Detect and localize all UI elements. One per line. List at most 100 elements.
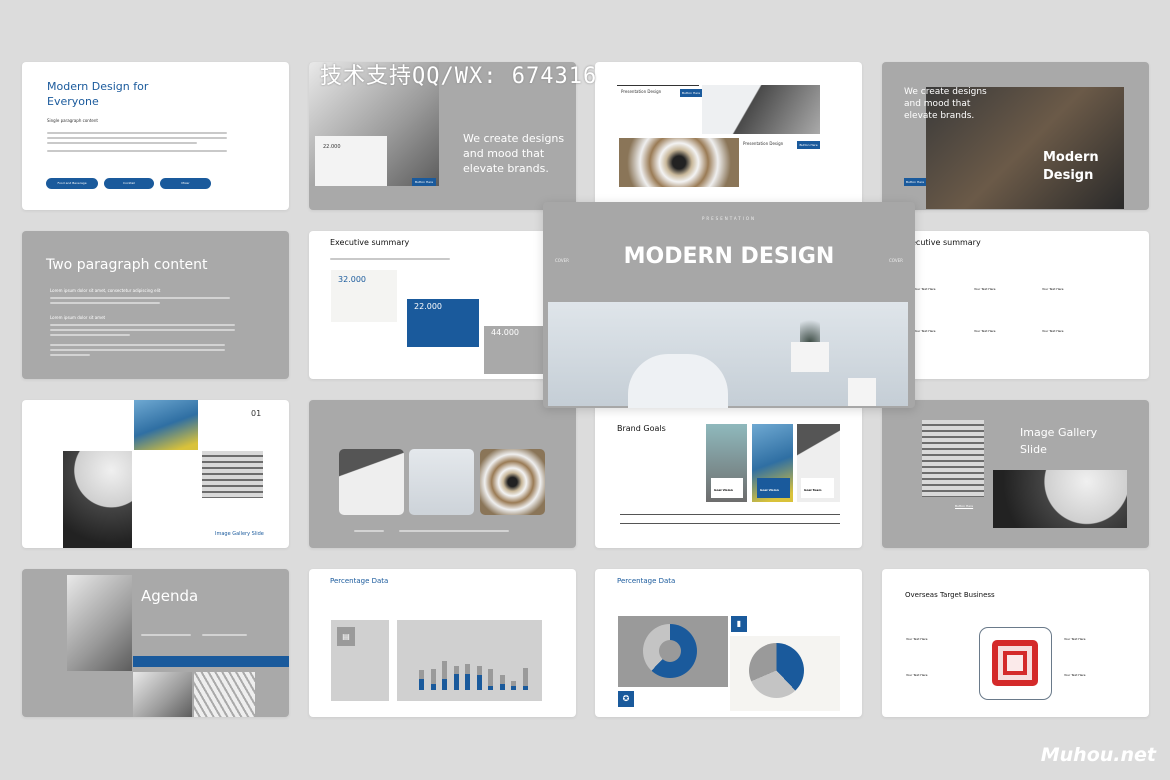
item-label: Your Text Here (1042, 287, 1064, 291)
slide-executive-summary[interactable]: Executive summary 32.000 22.000 44.000 (309, 231, 576, 379)
button[interactable]: Button Here (904, 178, 926, 186)
item-label: Your Text Here (1064, 673, 1086, 677)
slide-cover-modern-design[interactable]: PRESENTATION MODERN DESIGN COVER COVER (543, 202, 915, 408)
item-label: Your Text Here (974, 329, 996, 333)
slide-three-images[interactable] (309, 400, 576, 548)
slide-title: ecutive summary (911, 238, 981, 247)
bar-segment-blue (430, 683, 436, 690)
bookmark-icon: ▮ (731, 616, 747, 632)
target-icon (979, 627, 1052, 700)
slide-title: Image Gallery (1020, 426, 1098, 439)
left-tag: COVER (555, 258, 569, 263)
pie-chart (749, 643, 804, 698)
slide-title: Everyone (47, 95, 99, 108)
button-cocktail[interactable]: Cocktail (104, 178, 154, 189)
item-label: Your Text Here (974, 287, 996, 291)
slide-image-gallery[interactable]: Image Gallery Slide Button Here (882, 400, 1149, 548)
bullet: Lorem ipsum dolor sit amet, consectetur … (50, 288, 161, 293)
bar-segment-blue (419, 678, 424, 690)
bar-segment-gray (488, 668, 493, 687)
goal-card: Goal Team (804, 488, 822, 492)
goal-card: Goal Vision (760, 488, 779, 492)
slide-title: Percentage Data (617, 577, 676, 585)
item-label: Your Text Here (914, 287, 936, 291)
slide-title: Modern (1043, 150, 1099, 165)
slide-presentation-design[interactable]: Presentation Design Button Here Presenta… (595, 62, 862, 210)
stat-value: 44.000 (491, 328, 519, 337)
stat-value: 22.000 (414, 302, 442, 311)
architecture-photo (702, 85, 820, 134)
button[interactable]: Button Here (680, 89, 702, 97)
bar-segment-gray (499, 675, 505, 684)
bar-segment-blue (442, 678, 447, 690)
interior-photo (67, 575, 132, 671)
bar-segment-blue (511, 686, 516, 690)
tagline: and mood that (463, 147, 545, 160)
bar-segment-blue (453, 673, 459, 690)
slide-title: Two paragraph content (46, 257, 208, 273)
item-label: Your Text Here (914, 329, 936, 333)
item-label: Your Text Here (1042, 329, 1064, 333)
slide-title: Design (1043, 168, 1094, 183)
item-label: Your Text Here (1064, 637, 1086, 641)
slide-percentage-data-bars[interactable]: Percentage Data ▤ (309, 569, 576, 717)
item-label: Your Text Here (906, 637, 928, 641)
button-link[interactable]: Button Here (955, 504, 973, 508)
button[interactable]: Button Here (412, 178, 436, 186)
button-mixer[interactable]: Mixer (160, 178, 211, 189)
spiral-stairs-photo (619, 138, 739, 187)
slide-overseas-target[interactable]: Overseas Target Business Your Text Here … (882, 569, 1149, 717)
button[interactable]: Button Here (797, 141, 820, 149)
bar-segment-gray (453, 666, 459, 674)
slide-title: Percentage Data (330, 577, 389, 585)
slide-modern-design-dark[interactable]: We create designs and mood that elevate … (882, 62, 1149, 210)
item-label: Your Text Here (906, 673, 928, 677)
right-tag: COVER (889, 258, 903, 263)
chair-plant-photo (548, 302, 908, 408)
architecture-photo (339, 449, 404, 515)
bar-segment-blue (476, 675, 482, 690)
slide-title: Slide (1020, 443, 1047, 456)
chair-photo (409, 449, 474, 515)
slide-brand-goals[interactable]: Brand Goals Goal Vision Goal Vision Goal… (595, 400, 862, 548)
building-photo (134, 400, 198, 450)
slide-percentage-data-pie[interactable]: Percentage Data ▮ ✪ (595, 569, 862, 717)
slide-executive-summary-2[interactable]: ecutive summary Your Text Here Your Text… (882, 231, 1149, 379)
slide-agenda[interactable]: Agenda (22, 569, 289, 717)
goal-card: Goal Vision (714, 488, 733, 492)
stacked-bar-chart (397, 620, 542, 701)
bar-segment-gray (465, 663, 470, 674)
slide-title: Overseas Target Business (905, 591, 995, 599)
tagline: We create designs (463, 132, 565, 145)
document-icon: ▤ (337, 627, 355, 646)
slide-two-paragraph[interactable]: Two paragraph content Lorem ipsum dolor … (22, 231, 289, 379)
site-watermark: Muhou.net (1040, 744, 1156, 766)
slide-title: Agenda (141, 587, 199, 605)
watermark: 技术支持QQ/WX: 674316 (320, 64, 598, 89)
slide-number: 01 (251, 409, 262, 418)
kicker: PRESENTATION (701, 216, 757, 221)
tagline: elevate brands. (904, 111, 975, 121)
stat-number: 22.000 (323, 144, 341, 150)
bar-segment-gray (442, 661, 447, 679)
bar-segment-blue (488, 686, 493, 690)
bullet: Lorem ipsum dolor sit amet (50, 315, 106, 320)
slide-subtitle: Single paragraph content (47, 118, 98, 123)
slide-title: Modern Design for (47, 80, 149, 93)
button-food[interactable]: Food and Beverage (46, 178, 98, 189)
award-icon: ✪ (618, 691, 634, 707)
building-photo (202, 451, 263, 498)
label: Presentation Design (621, 89, 662, 94)
bar-segment-gray (522, 667, 528, 687)
bar-segment-blue (499, 683, 505, 690)
building-photo (922, 420, 984, 497)
slide-title: Executive summary (330, 238, 410, 247)
bar-segment-blue (522, 686, 528, 690)
slide-title: Brand Goals (617, 424, 666, 433)
bar-segment-blue (465, 673, 470, 690)
bar-segment-gray (419, 670, 424, 679)
slide-image-gallery-01[interactable]: 01 Image Gallery Slide (22, 400, 289, 548)
tagline: and mood that (904, 99, 971, 109)
slide-modern-design-everyone[interactable]: Modern Design for Everyone Single paragr… (22, 62, 289, 210)
stat-value: 32.000 (338, 275, 366, 284)
